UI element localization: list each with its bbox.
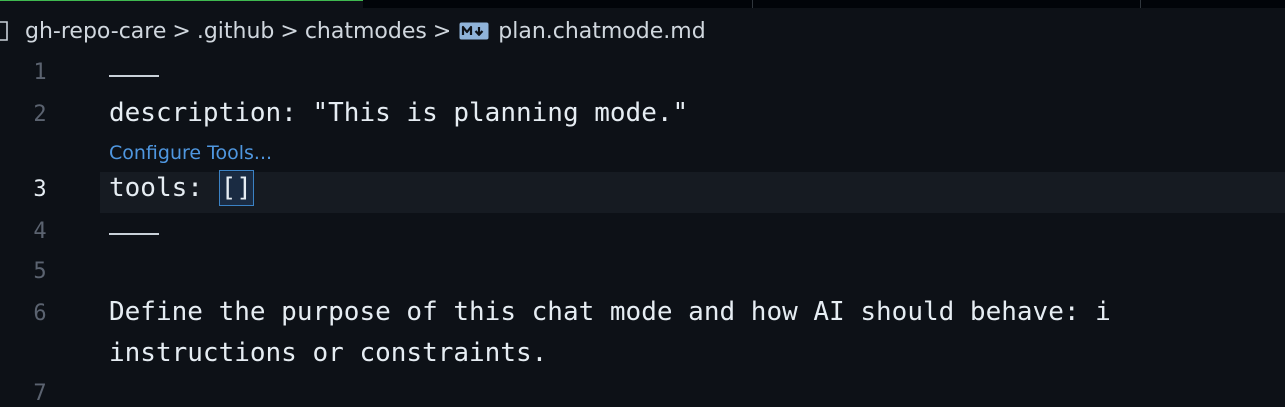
code-line-body-wrap: instructions or constraints. (109, 338, 548, 368)
breadcrumb-item-chatmodes[interactable]: chatmodes (305, 19, 427, 44)
code-line-body: Define the purpose of this chat mode and… (109, 297, 1111, 327)
code-line-tools: tools: [] (109, 170, 254, 206)
markdown-icon (459, 22, 489, 40)
line-number: 3 (33, 177, 47, 202)
configure-tools-link[interactable]: Configure Tools... (109, 142, 272, 164)
current-line-highlight (100, 172, 1285, 213)
line-number: 4 (33, 219, 47, 244)
file-icon (0, 21, 8, 41)
line-number: 7 (33, 381, 47, 406)
breadcrumb-separator: > (280, 18, 299, 44)
line-number: 5 (33, 259, 47, 284)
frontmatter-delimiter (109, 75, 159, 77)
line-number: 1 (33, 60, 47, 85)
code-line-description: description: "This is planning mode." (109, 98, 689, 128)
breadcrumb-item-file[interactable]: plan.chatmode.md (498, 19, 705, 44)
frontmatter-delimiter (109, 233, 159, 235)
breadcrumb-separator: > (432, 18, 452, 44)
tools-key: tools: (109, 173, 219, 203)
code-editor[interactable]: 1 2 3 4 5 6 7 description: "This is plan… (0, 54, 1285, 407)
tab-strip (0, 0, 1285, 8)
line-number: 2 (33, 102, 47, 127)
tools-array-selection[interactable]: [] (218, 170, 254, 206)
tab-divider (752, 0, 753, 8)
breadcrumb-item-github[interactable]: .github (197, 19, 275, 44)
active-tab[interactable] (0, 0, 363, 8)
tab-divider (1140, 0, 1141, 8)
line-number: 6 (33, 301, 47, 326)
breadcrumb-separator: > (172, 18, 191, 44)
breadcrumb-item-repo[interactable]: gh-repo-care (25, 19, 166, 44)
breadcrumb: gh-repo-care > .github > chatmodes > pla… (0, 8, 1285, 54)
